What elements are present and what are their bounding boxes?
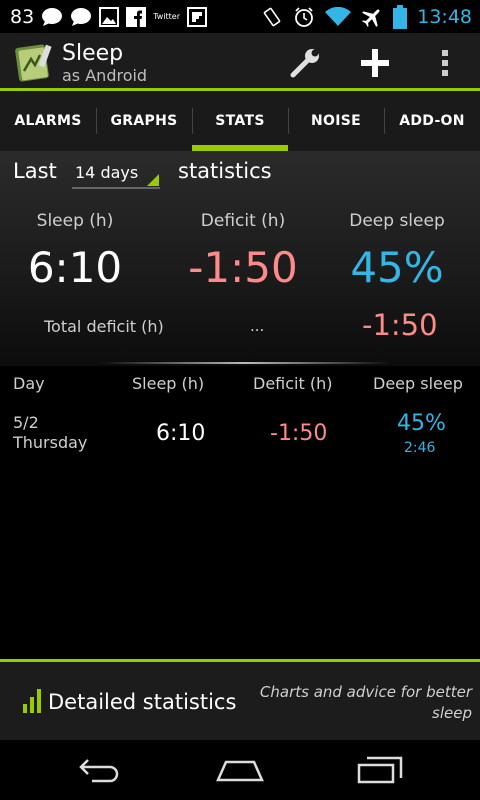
total-deficit-value: -1:50 [362, 308, 438, 342]
stats-prefix: Last [13, 159, 57, 183]
action-bar: Sleep as Android [0, 33, 480, 91]
spinner-corner-icon [147, 174, 159, 186]
table-header-sleep: Sleep (h) [132, 374, 205, 393]
status-system: 13:48 [261, 4, 472, 29]
detailed-statistics-banner[interactable]: Detailed statistics Charts and advice fo… [0, 659, 480, 740]
deep-sleep-value: 45% [350, 243, 444, 292]
airplane-icon [361, 6, 383, 28]
deep-sleep-label: Deep sleep [349, 211, 445, 231]
detailed-statistics-title: Detailed statistics [48, 690, 237, 714]
table-row[interactable]: 5/2 Thursday 6:10 -1:50 45% 2:46 [0, 405, 480, 465]
tab-add-on[interactable]: ADD-ON [384, 91, 480, 151]
period-value: 14 days [75, 163, 139, 182]
status-bar: 83 Twitter 13:48 [0, 0, 480, 33]
overflow-menu-icon[interactable] [420, 41, 470, 85]
deficit-value: -1:50 [188, 243, 298, 292]
twitter-label: Twitter [153, 12, 180, 21]
recent-apps-icon[interactable] [350, 752, 410, 788]
table-header-day: Day [13, 374, 45, 393]
chat-icon [70, 7, 92, 27]
divider [100, 362, 390, 364]
tab-bar: ALARMS GRAPHS STATS NOISE ADD-ON [0, 91, 480, 151]
total-deficit-label: Total deficit (h) [44, 317, 164, 336]
clock: 13:48 [417, 5, 472, 28]
signal-bars-icon [22, 686, 44, 714]
navigation-bar [0, 740, 480, 800]
row-deficit: -1:50 [270, 421, 328, 446]
wifi-icon [325, 6, 352, 27]
tab-stats[interactable]: STATS [192, 91, 288, 151]
app-title: Sleep [62, 41, 124, 66]
tab-noise[interactable]: NOISE [288, 91, 384, 151]
stats-summary: Last 14 days statistics Sleep (h) Defici… [0, 151, 480, 366]
twitter-icon: Twitter [153, 12, 180, 21]
status-notifications: 83 Twitter [10, 4, 207, 29]
table-header-deep-sleep: Deep sleep [373, 374, 463, 393]
image-icon [99, 6, 120, 27]
row-deep-percent: 45% [397, 411, 446, 436]
flipboard-icon [187, 6, 207, 27]
notification-count: 83 [10, 5, 35, 28]
detailed-statistics-subtitle: Charts and advice for better sleep [259, 683, 472, 722]
chat-icon [41, 7, 63, 27]
row-sleep: 6:10 [156, 421, 206, 446]
home-icon[interactable] [210, 752, 270, 788]
battery-icon [393, 4, 408, 29]
wrench-icon[interactable] [280, 41, 330, 85]
alarm-icon [293, 6, 315, 28]
row-date: 5/2 [13, 413, 39, 432]
back-icon[interactable] [70, 752, 130, 788]
tab-alarms[interactable]: ALARMS [0, 91, 96, 151]
table-header-deficit: Deficit (h) [253, 374, 333, 393]
tab-graphs[interactable]: GRAPHS [96, 91, 192, 151]
deficit-label: Deficit (h) [200, 211, 286, 231]
app-subtitle: as Android [62, 66, 148, 85]
facebook-icon [126, 6, 147, 27]
sleep-label: Sleep (h) [36, 211, 114, 231]
stats-suffix: statistics [178, 159, 272, 183]
plus-icon[interactable] [350, 41, 400, 85]
app-logo-icon[interactable] [14, 41, 54, 83]
rotate-icon [261, 6, 283, 28]
row-deep-time: 2:46 [404, 440, 436, 456]
total-deficit-ellipsis: ... [250, 317, 265, 335]
row-weekday: Thursday [13, 433, 88, 452]
period-spinner[interactable]: 14 days [72, 159, 160, 189]
sleep-value: 6:10 [27, 243, 123, 292]
